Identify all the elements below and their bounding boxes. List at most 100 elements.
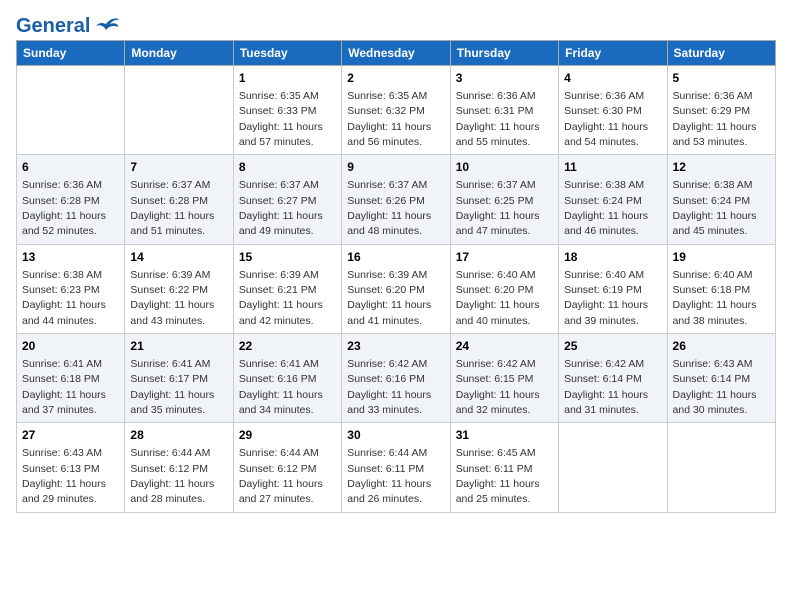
day-number: 26 <box>673 338 770 355</box>
day-info: Sunrise: 6:42 AM Sunset: 6:15 PM Dayligh… <box>456 358 540 416</box>
calendar-cell: 28 Sunrise: 6:44 AM Sunset: 6:12 PM Dayli… <box>125 423 233 512</box>
logo-bird-icon <box>92 16 120 36</box>
calendar-cell: 24 Sunrise: 6:42 AM Sunset: 6:15 PM Dayli… <box>450 334 558 423</box>
calendar-cell: 6 Sunrise: 6:36 AM Sunset: 6:28 PM Daylig… <box>17 155 125 244</box>
day-number: 29 <box>239 427 336 444</box>
day-info: Sunrise: 6:36 AM Sunset: 6:28 PM Dayligh… <box>22 179 106 237</box>
day-info: Sunrise: 6:37 AM Sunset: 6:26 PM Dayligh… <box>347 179 431 237</box>
day-number: 14 <box>130 249 227 266</box>
day-info: Sunrise: 6:40 AM Sunset: 6:20 PM Dayligh… <box>456 269 540 327</box>
day-info: Sunrise: 6:39 AM Sunset: 6:22 PM Dayligh… <box>130 269 214 327</box>
calendar-cell: 10 Sunrise: 6:37 AM Sunset: 6:25 PM Dayli… <box>450 155 558 244</box>
calendar-week-row: 27 Sunrise: 6:43 AM Sunset: 6:13 PM Dayli… <box>17 423 776 512</box>
calendar-cell: 8 Sunrise: 6:37 AM Sunset: 6:27 PM Daylig… <box>233 155 341 244</box>
calendar-week-row: 6 Sunrise: 6:36 AM Sunset: 6:28 PM Daylig… <box>17 155 776 244</box>
day-info: Sunrise: 6:42 AM Sunset: 6:14 PM Dayligh… <box>564 358 648 416</box>
day-number: 19 <box>673 249 770 266</box>
day-number: 5 <box>673 70 770 87</box>
day-number: 18 <box>564 249 661 266</box>
calendar-cell <box>17 66 125 155</box>
day-number: 9 <box>347 159 444 176</box>
day-info: Sunrise: 6:37 AM Sunset: 6:27 PM Dayligh… <box>239 179 323 237</box>
weekday-header: Tuesday <box>233 41 341 66</box>
calendar-header-row: SundayMondayTuesdayWednesdayThursdayFrid… <box>17 41 776 66</box>
calendar-cell: 23 Sunrise: 6:42 AM Sunset: 6:16 PM Dayli… <box>342 334 450 423</box>
calendar-cell: 3Sunrise: 6:36 AM Sunset: 6:31 PM Daylig… <box>450 66 558 155</box>
calendar-cell: 18Sunrise: 6:40 AM Sunset: 6:19 PM Dayli… <box>559 244 667 333</box>
day-info: Sunrise: 6:37 AM Sunset: 6:28 PM Dayligh… <box>130 179 214 237</box>
day-info: Sunrise: 6:37 AM Sunset: 6:25 PM Dayligh… <box>456 179 540 237</box>
day-info: Sunrise: 6:43 AM Sunset: 6:14 PM Dayligh… <box>673 358 757 416</box>
calendar-week-row: 13 Sunrise: 6:38 AM Sunset: 6:23 PM Dayli… <box>17 244 776 333</box>
day-number: 2 <box>347 70 444 87</box>
day-number: 4 <box>564 70 661 87</box>
day-number: 11 <box>564 159 661 176</box>
day-number: 23 <box>347 338 444 355</box>
day-info: Sunrise: 6:44 AM Sunset: 6:11 PM Dayligh… <box>347 447 431 505</box>
calendar-cell: 19Sunrise: 6:40 AM Sunset: 6:18 PM Dayli… <box>667 244 775 333</box>
logo: General <box>16 16 120 32</box>
day-number: 8 <box>239 159 336 176</box>
day-info: Sunrise: 6:38 AM Sunset: 6:23 PM Dayligh… <box>22 269 106 327</box>
calendar-cell: 25 Sunrise: 6:42 AM Sunset: 6:14 PM Dayli… <box>559 334 667 423</box>
calendar-cell: 13 Sunrise: 6:38 AM Sunset: 6:23 PM Dayli… <box>17 244 125 333</box>
day-info: Sunrise: 6:39 AM Sunset: 6:21 PM Dayligh… <box>239 269 323 327</box>
day-number: 13 <box>22 249 119 266</box>
day-info: Sunrise: 6:35 AM Sunset: 6:33 PM Dayligh… <box>239 90 323 148</box>
calendar-cell: 11 Sunrise: 6:38 AM Sunset: 6:24 PM Dayli… <box>559 155 667 244</box>
day-number: 24 <box>456 338 553 355</box>
calendar-cell: 26 Sunrise: 6:43 AM Sunset: 6:14 PM Dayli… <box>667 334 775 423</box>
calendar-cell <box>559 423 667 512</box>
day-info: Sunrise: 6:38 AM Sunset: 6:24 PM Dayligh… <box>673 179 757 237</box>
page-header: General <box>16 16 776 32</box>
calendar-week-row: 20 Sunrise: 6:41 AM Sunset: 6:18 PM Dayli… <box>17 334 776 423</box>
weekday-header: Friday <box>559 41 667 66</box>
day-number: 27 <box>22 427 119 444</box>
day-info: Sunrise: 6:41 AM Sunset: 6:16 PM Dayligh… <box>239 358 323 416</box>
day-number: 10 <box>456 159 553 176</box>
day-info: Sunrise: 6:44 AM Sunset: 6:12 PM Dayligh… <box>130 447 214 505</box>
day-number: 31 <box>456 427 553 444</box>
day-info: Sunrise: 6:44 AM Sunset: 6:12 PM Dayligh… <box>239 447 323 505</box>
calendar-cell: 1Sunrise: 6:35 AM Sunset: 6:33 PM Daylig… <box>233 66 341 155</box>
calendar-cell: 15Sunrise: 6:39 AM Sunset: 6:21 PM Dayli… <box>233 244 341 333</box>
calendar-cell: 17 Sunrise: 6:40 AM Sunset: 6:20 PM Dayli… <box>450 244 558 333</box>
day-info: Sunrise: 6:42 AM Sunset: 6:16 PM Dayligh… <box>347 358 431 416</box>
calendar-cell <box>667 423 775 512</box>
day-info: Sunrise: 6:41 AM Sunset: 6:17 PM Dayligh… <box>130 358 214 416</box>
weekday-header: Thursday <box>450 41 558 66</box>
day-number: 20 <box>22 338 119 355</box>
calendar-cell: 9 Sunrise: 6:37 AM Sunset: 6:26 PM Daylig… <box>342 155 450 244</box>
day-number: 16 <box>347 249 444 266</box>
day-number: 6 <box>22 159 119 176</box>
day-info: Sunrise: 6:35 AM Sunset: 6:32 PM Dayligh… <box>347 90 431 148</box>
day-number: 7 <box>130 159 227 176</box>
day-info: Sunrise: 6:41 AM Sunset: 6:18 PM Dayligh… <box>22 358 106 416</box>
calendar-cell: 22 Sunrise: 6:41 AM Sunset: 6:16 PM Dayli… <box>233 334 341 423</box>
calendar-cell <box>125 66 233 155</box>
day-number: 30 <box>347 427 444 444</box>
calendar-week-row: 1Sunrise: 6:35 AM Sunset: 6:33 PM Daylig… <box>17 66 776 155</box>
day-info: Sunrise: 6:39 AM Sunset: 6:20 PM Dayligh… <box>347 269 431 327</box>
calendar-cell: 2 Sunrise: 6:35 AM Sunset: 6:32 PM Daylig… <box>342 66 450 155</box>
day-info: Sunrise: 6:38 AM Sunset: 6:24 PM Dayligh… <box>564 179 648 237</box>
calendar-cell: 27 Sunrise: 6:43 AM Sunset: 6:13 PM Dayli… <box>17 423 125 512</box>
calendar-cell: 7 Sunrise: 6:37 AM Sunset: 6:28 PM Daylig… <box>125 155 233 244</box>
calendar-cell: 21 Sunrise: 6:41 AM Sunset: 6:17 PM Dayli… <box>125 334 233 423</box>
calendar-cell: 14 Sunrise: 6:39 AM Sunset: 6:22 PM Dayli… <box>125 244 233 333</box>
calendar-cell: 16 Sunrise: 6:39 AM Sunset: 6:20 PM Dayli… <box>342 244 450 333</box>
day-number: 17 <box>456 249 553 266</box>
calendar-cell: 30 Sunrise: 6:44 AM Sunset: 6:11 PM Dayli… <box>342 423 450 512</box>
day-number: 25 <box>564 338 661 355</box>
logo-text: General <box>16 16 90 36</box>
calendar-cell: 4 Sunrise: 6:36 AM Sunset: 6:30 PM Daylig… <box>559 66 667 155</box>
day-info: Sunrise: 6:36 AM Sunset: 6:29 PM Dayligh… <box>673 90 757 148</box>
day-number: 22 <box>239 338 336 355</box>
day-info: Sunrise: 6:43 AM Sunset: 6:13 PM Dayligh… <box>22 447 106 505</box>
day-number: 21 <box>130 338 227 355</box>
day-number: 28 <box>130 427 227 444</box>
day-info: Sunrise: 6:45 AM Sunset: 6:11 PM Dayligh… <box>456 447 540 505</box>
weekday-header: Saturday <box>667 41 775 66</box>
day-info: Sunrise: 6:36 AM Sunset: 6:30 PM Dayligh… <box>564 90 648 148</box>
day-info: Sunrise: 6:36 AM Sunset: 6:31 PM Dayligh… <box>456 90 540 148</box>
